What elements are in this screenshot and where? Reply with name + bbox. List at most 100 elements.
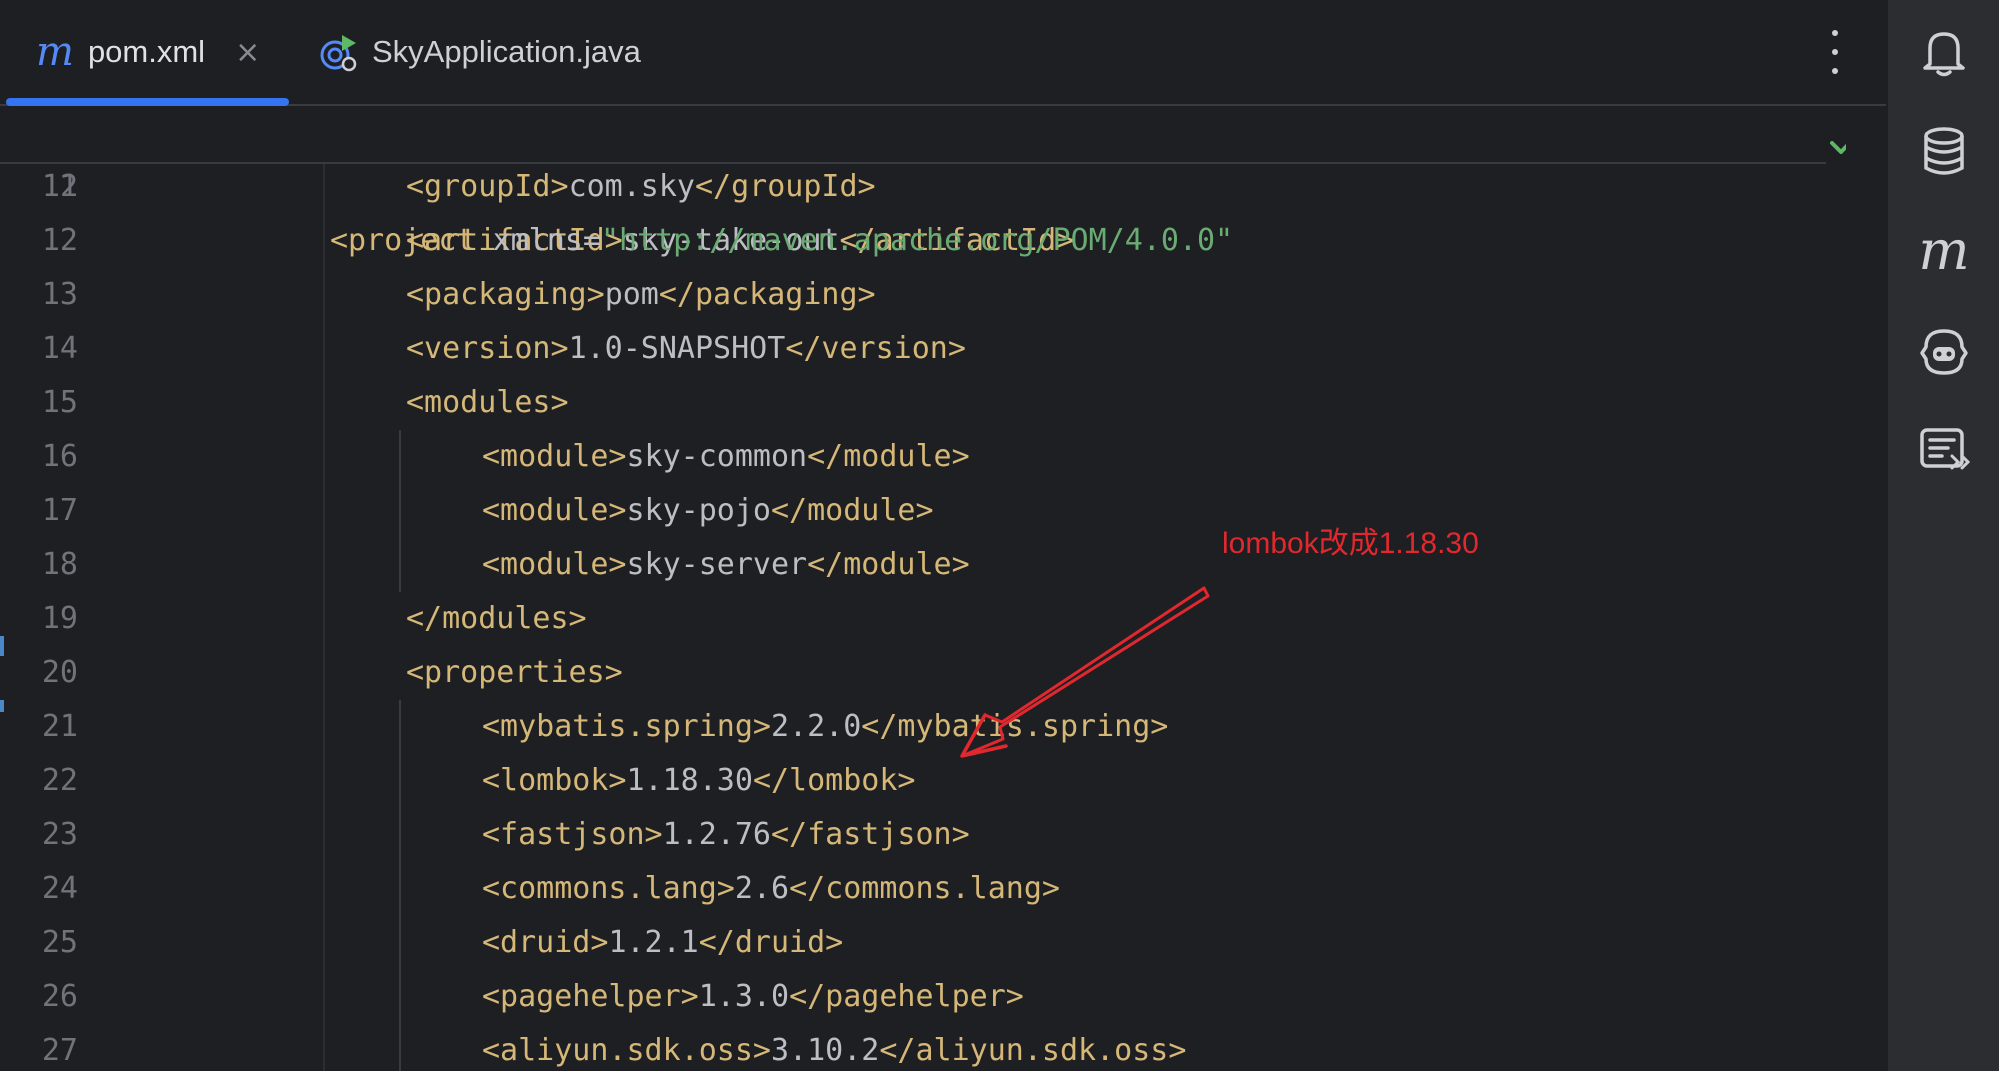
xml-tag-token: </pagehelper> bbox=[789, 979, 1024, 1014]
annotation-label: lombok改成1.18.30 bbox=[1222, 527, 1479, 560]
line-number: 24 bbox=[41, 871, 78, 906]
xml-value-token: pom bbox=[604, 277, 659, 312]
xml-tag-token: <fastjson> bbox=[482, 817, 663, 852]
line-number: 27 bbox=[41, 1033, 78, 1068]
code-line[interactable]: 11 <groupId>com.sky</groupId> bbox=[0, 160, 1826, 214]
xml-value-token: 2.2.0 bbox=[770, 709, 862, 744]
code-line[interactable]: 21 <mybatis.spring>2.2.0</mybatis.spring> bbox=[0, 700, 1826, 754]
xml-tag-token: </fastjson> bbox=[771, 817, 970, 852]
code-line[interactable]: 23 <fastjson>1.2.76</fastjson> bbox=[0, 808, 1826, 862]
line-number: 14 bbox=[41, 331, 78, 366]
code-text: <groupId>com.sky</groupId> bbox=[406, 160, 876, 214]
close-icon[interactable]: × bbox=[235, 35, 260, 70]
xml-tag-token: </module> bbox=[771, 493, 934, 528]
xml-value-token: 2.6 bbox=[734, 871, 790, 906]
xml-value-token: sky-pojo bbox=[626, 493, 772, 528]
code-text: <module>sky-common</module> bbox=[482, 430, 970, 484]
xml-tag-token: </modules> bbox=[406, 601, 587, 636]
code-line[interactable]: 26 <pagehelper>1.3.0</pagehelper> bbox=[0, 970, 1826, 1024]
xml-tag-token: <mybatis.spring> bbox=[482, 709, 771, 744]
xml-tag-token: <module> bbox=[482, 547, 627, 582]
code-text: <version>1.0-SNAPSHOT</version> bbox=[406, 322, 966, 376]
code-text: <project xmlns="http://maven.apache.org/… bbox=[330, 214, 1233, 268]
xml-token: = bbox=[582, 223, 601, 258]
xml-tag-token: <version> bbox=[406, 331, 569, 366]
xml-tag-token: </mybatis.spring> bbox=[861, 709, 1169, 744]
more-options-icon[interactable] bbox=[1820, 30, 1850, 74]
xml-tag-token: <druid> bbox=[482, 925, 609, 960]
xml-tag-token: </groupId> bbox=[695, 169, 876, 204]
code-line[interactable]: 15 <modules> bbox=[0, 376, 1826, 430]
xml-tag-token: </version> bbox=[785, 331, 966, 366]
xml-value-token: 1.0-SNAPSHOT bbox=[568, 331, 786, 366]
code-text: <packaging>pom</packaging> bbox=[406, 268, 876, 322]
line-number: 21 bbox=[41, 709, 78, 744]
code-line[interactable]: 16 <module>sky-common</module> bbox=[0, 430, 1826, 484]
code-line[interactable]: 24 <commons.lang>2.6</commons.lang> bbox=[0, 862, 1826, 916]
notifications-bell-icon[interactable] bbox=[1914, 22, 1974, 82]
code-line[interactable]: 13 <packaging>pom</packaging> bbox=[0, 268, 1826, 322]
endpoints-icon[interactable] bbox=[1914, 420, 1974, 480]
code-line[interactable]: 14 <version>1.0-SNAPSHOT</version> bbox=[0, 322, 1826, 376]
xml-value-token: 3.10.2 bbox=[770, 1033, 880, 1068]
xml-token: xmlns bbox=[492, 223, 583, 258]
xml-tag-token: <aliyun.sdk.oss> bbox=[482, 1033, 771, 1068]
xml-tag-token: <module> bbox=[482, 439, 627, 474]
xml-value-token: 1.2.76 bbox=[662, 817, 771, 852]
tab-label: SkyApplication.java bbox=[372, 34, 641, 69]
editor-area: m pom.xml × SkyApplication.java 2 <proje… bbox=[0, 0, 1886, 1071]
line-number: 20 bbox=[41, 655, 78, 690]
code-line[interactable]: 20 <properties> bbox=[0, 646, 1826, 700]
code-line[interactable]: 19 </modules> bbox=[0, 592, 1826, 646]
xml-value-token: 1.2.1 bbox=[608, 925, 699, 960]
code-line[interactable]: 18 <module>sky-server</module> bbox=[0, 538, 1826, 592]
line-number: 22 bbox=[41, 763, 78, 798]
gutter-change-marker bbox=[0, 700, 4, 712]
line-number: 2 bbox=[59, 169, 78, 204]
xml-tag-token: </module> bbox=[807, 547, 970, 582]
line-number: 26 bbox=[41, 979, 78, 1014]
code-line[interactable]: 17 <module>sky-pojo</module> bbox=[0, 484, 1826, 538]
code-text: <pagehelper>1.3.0</pagehelper> bbox=[482, 970, 1024, 1024]
code-text: <module>sky-pojo</module> bbox=[482, 484, 934, 538]
line-number: 23 bbox=[41, 817, 78, 852]
code-line[interactable]: 22 <lombok>1.18.30</lombok> bbox=[0, 754, 1826, 808]
run-config-icon bbox=[320, 35, 357, 72]
line-number: 15 bbox=[41, 385, 78, 420]
maven-m-icon: m bbox=[36, 29, 74, 75]
ai-assistant-icon[interactable] bbox=[1914, 322, 1974, 382]
xml-value-token: com.sky bbox=[568, 169, 695, 204]
code-editor[interactable]: 2 <project xmlns="http://maven.apache.or… bbox=[0, 106, 1846, 1071]
xml-tag-token: </aliyun.sdk.oss> bbox=[879, 1033, 1187, 1068]
maven-glyph: m bbox=[1918, 218, 1970, 282]
xml-tag-token: </packaging> bbox=[658, 277, 876, 312]
xml-tag-token: <pagehelper> bbox=[482, 979, 699, 1014]
database-icon[interactable] bbox=[1914, 122, 1974, 182]
code-text: <module>sky-server</module> bbox=[482, 538, 970, 592]
editor-tab-bar: m pom.xml × SkyApplication.java bbox=[0, 0, 1886, 106]
line-number: 25 bbox=[41, 925, 78, 960]
xml-value-token: 1.3.0 bbox=[698, 979, 790, 1014]
code-text: <modules> bbox=[406, 376, 569, 430]
no-problems-check-icon[interactable] bbox=[1826, 122, 1846, 162]
xml-tag-token: <lombok> bbox=[482, 763, 627, 798]
xml-tag-token: <modules> bbox=[406, 385, 569, 420]
active-tab-indicator bbox=[6, 98, 289, 106]
line-number: 16 bbox=[41, 439, 78, 474]
xml-tag-token: <module> bbox=[482, 493, 627, 528]
tab-pom-xml[interactable]: m pom.xml × bbox=[6, 0, 289, 106]
code-line[interactable]: 25 <druid>1.2.1</druid> bbox=[0, 916, 1826, 970]
xml-tag-token: <commons.lang> bbox=[482, 871, 735, 906]
xml-value-token: 1.18.30 bbox=[626, 763, 753, 798]
tab-sky-application-java[interactable]: SkyApplication.java bbox=[318, 0, 658, 104]
code-text: <druid>1.2.1</druid> bbox=[482, 916, 843, 970]
line-number: 17 bbox=[41, 493, 78, 528]
gutter-change-marker bbox=[0, 636, 4, 656]
code-text: <lombok>1.18.30</lombok> bbox=[482, 754, 916, 808]
code-line[interactable]: 27 <aliyun.sdk.oss>3.10.2</aliyun.sdk.oss… bbox=[0, 1024, 1826, 1071]
sticky-header-line[interactable]: 2 <project xmlns="http://maven.apache.or… bbox=[0, 106, 1826, 258]
code-text: </modules> bbox=[406, 592, 587, 646]
right-tool-window-bar: m bbox=[1886, 0, 1999, 1071]
code-line[interactable]: 2 <project xmlns="http://maven.apache.or… bbox=[0, 106, 1826, 258]
maven-icon[interactable]: m bbox=[1914, 218, 1974, 282]
